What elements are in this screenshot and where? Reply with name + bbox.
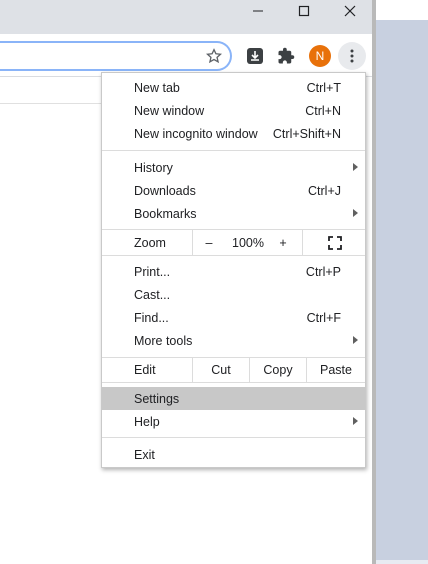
minimize-icon [253, 10, 263, 12]
menu-item-label: New incognito window [134, 126, 258, 141]
customize-menu-button[interactable] [338, 42, 366, 70]
menu-item-help[interactable]: Help [102, 410, 365, 433]
edit-label: Edit [134, 362, 156, 377]
cut-button[interactable]: Cut [193, 357, 249, 382]
zoom-out-button[interactable]: – [194, 230, 224, 255]
menu-item-shortcut: Ctrl+N [305, 103, 341, 118]
menu-item-label: Help [134, 414, 160, 429]
menu-item-exit[interactable]: Exit [102, 443, 365, 466]
menu-separator [102, 150, 365, 151]
extensions-button[interactable] [272, 42, 300, 70]
submenu-arrow-icon [353, 163, 358, 171]
download-icon [247, 48, 263, 64]
desktop-window-strip [373, 0, 428, 20]
menu-item-more-tools[interactable]: More tools [102, 329, 365, 352]
menu-item-settings[interactable]: Settings [102, 387, 365, 410]
menu-item-label: Cast... [134, 287, 171, 302]
menu-item-label: History [134, 160, 173, 175]
menu-item-find[interactable]: Find... Ctrl+F [102, 306, 365, 329]
menu-separator [102, 382, 365, 383]
zoom-divider [192, 230, 193, 255]
menu-separator [102, 437, 365, 438]
zoom-row: Zoom – 100% + [102, 230, 365, 255]
zoom-divider [302, 230, 303, 255]
menu-item-label: Bookmarks [134, 206, 197, 221]
menu-item-shortcut: Ctrl+Shift+N [272, 126, 341, 141]
title-bar [0, 0, 373, 34]
kebab-icon [350, 49, 354, 63]
menu-item-shortcut: Ctrl+F [306, 310, 341, 325]
menu-item-downloads[interactable]: Downloads Ctrl+J [102, 179, 365, 202]
avatar: N [309, 45, 331, 67]
menu-item-history[interactable]: History [102, 156, 365, 179]
close-button[interactable] [327, 0, 373, 22]
content-divider [0, 103, 110, 104]
maximize-button[interactable] [281, 0, 327, 22]
zoom-label: Zoom [134, 235, 166, 250]
zoom-level: 100% [232, 235, 264, 250]
star-icon [206, 48, 222, 64]
menu-separator [102, 255, 365, 256]
menu-item-label: Downloads [134, 183, 196, 198]
fullscreen-icon [327, 235, 342, 250]
submenu-arrow-icon [353, 417, 358, 425]
submenu-arrow-icon [353, 336, 358, 344]
edit-row: Edit Cut Copy Paste [102, 357, 365, 382]
maximize-icon [298, 5, 310, 17]
copy-button[interactable]: Copy [250, 357, 306, 382]
browser-menu: New tab Ctrl+T New window Ctrl+N New inc… [101, 72, 366, 468]
profile-button[interactable]: N [306, 42, 334, 70]
menu-item-label: More tools [134, 333, 193, 348]
menu-item-bookmarks[interactable]: Bookmarks [102, 202, 365, 225]
menu-item-label: New tab [134, 80, 180, 95]
menu-item-new-incognito-window[interactable]: New incognito window Ctrl+Shift+N [102, 122, 365, 145]
bookmark-star-button[interactable] [200, 42, 228, 70]
download-extension-button[interactable] [241, 42, 269, 70]
menu-item-label: New window [134, 103, 205, 118]
desktop-background [373, 0, 428, 564]
menu-item-label: Print... [134, 264, 171, 279]
menu-item-new-window[interactable]: New window Ctrl+N [102, 99, 365, 122]
menu-item-label: Exit [134, 447, 155, 462]
submenu-arrow-icon [353, 209, 358, 217]
fullscreen-button[interactable] [304, 230, 365, 255]
menu-item-shortcut: Ctrl+J [308, 183, 341, 198]
puzzle-icon [278, 47, 295, 64]
menu-item-print[interactable]: Print... Ctrl+P [102, 260, 365, 283]
menu-item-label: Settings [134, 391, 180, 406]
zoom-in-button[interactable]: + [270, 230, 296, 255]
menu-item-new-tab[interactable]: New tab Ctrl+T [102, 76, 365, 99]
address-bar[interactable] [0, 41, 232, 71]
menu-item-label: Find... [134, 310, 169, 325]
desktop-band [373, 20, 428, 560]
menu-item-cast[interactable]: Cast... [102, 283, 365, 306]
menu-item-shortcut: Ctrl+T [306, 80, 341, 95]
paste-button[interactable]: Paste [307, 357, 365, 382]
minimize-button[interactable] [235, 0, 281, 22]
menu-item-shortcut: Ctrl+P [305, 264, 341, 279]
window-edge [372, 0, 376, 564]
close-icon [344, 5, 356, 17]
